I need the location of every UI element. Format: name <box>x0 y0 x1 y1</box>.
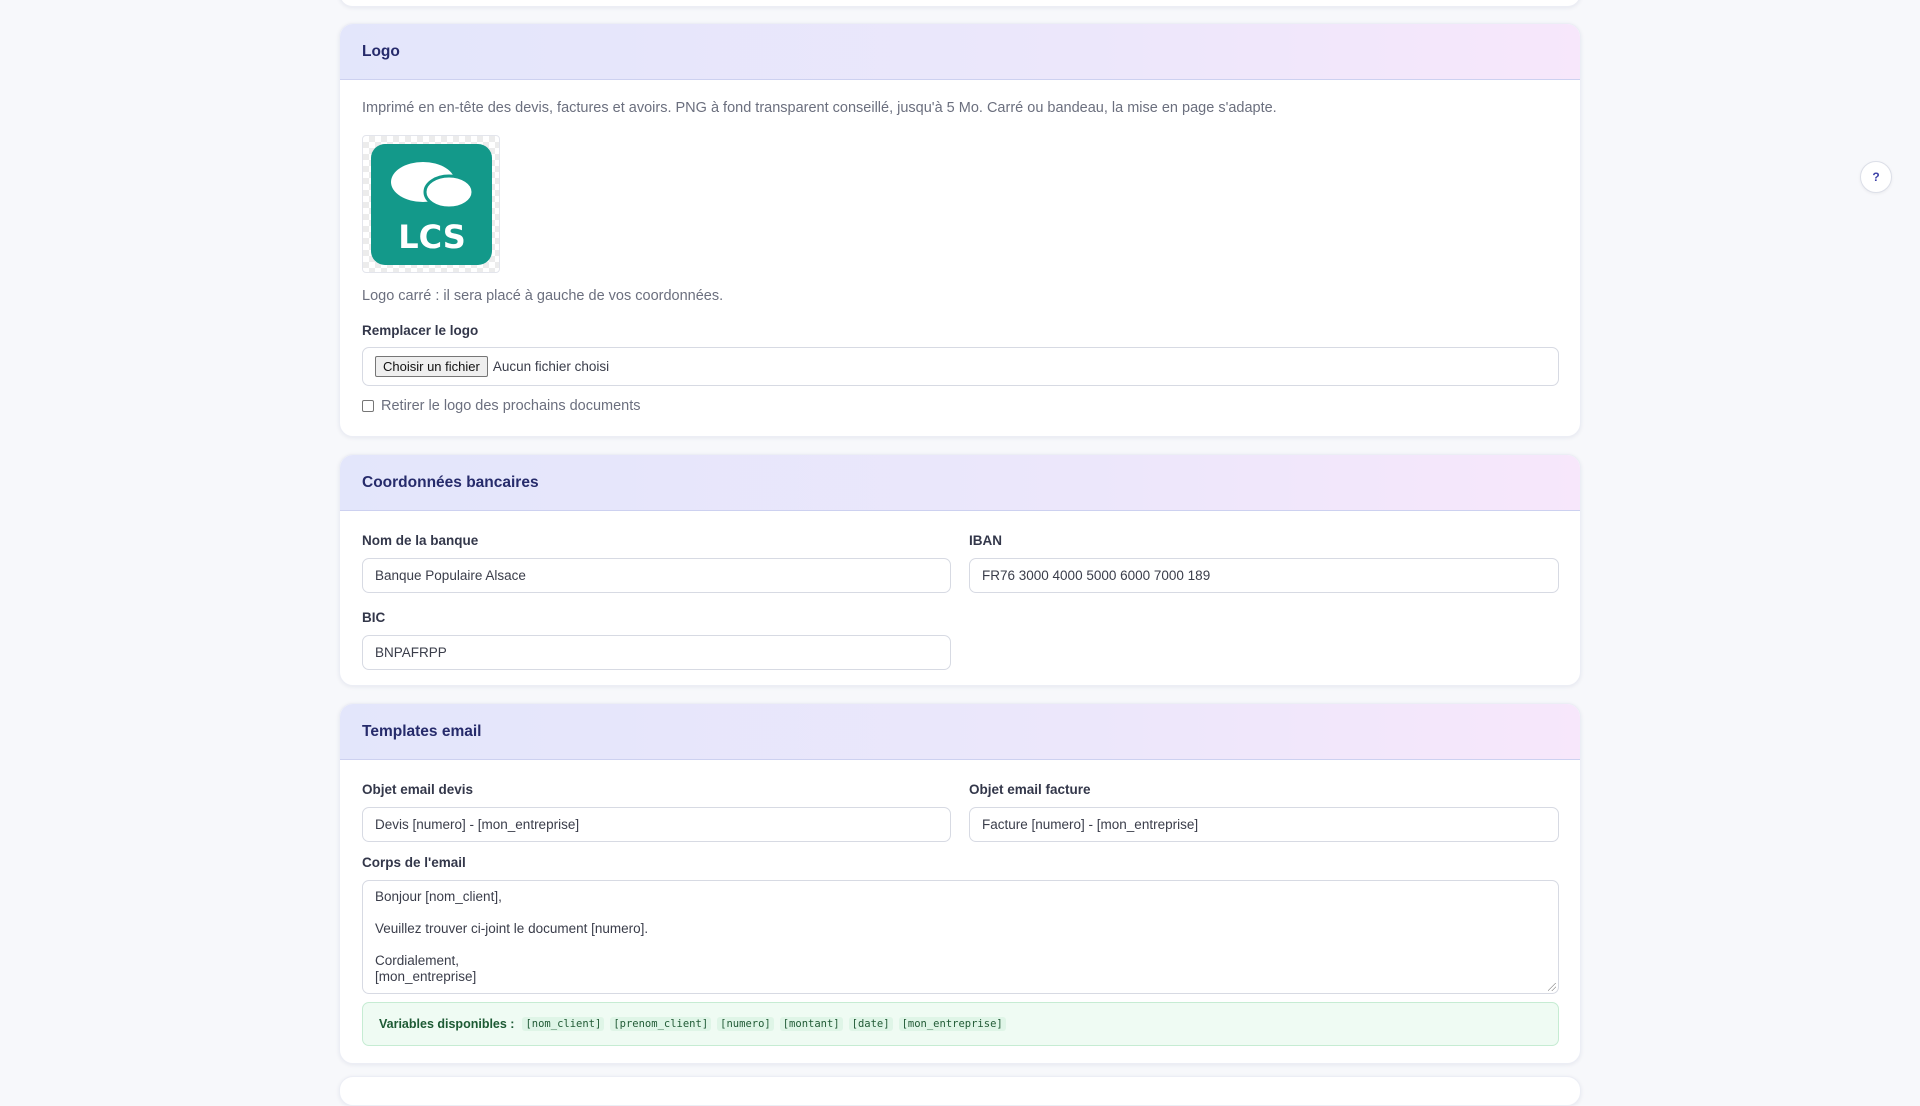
logo-file-input[interactable]: Choisir un fichier Aucun fichier choisi <box>362 347 1559 386</box>
previous-section-card <box>339 0 1581 7</box>
variable-chip: [montant] <box>779 1017 843 1031</box>
textarea-resize-handle[interactable] <box>1548 983 1556 991</box>
quote-subject-input[interactable]: Devis [numero] - [mon_entreprise] <box>362 807 951 842</box>
logo-text: LCS <box>398 218 466 256</box>
variable-chip: [date] <box>848 1017 893 1031</box>
email-body-label: Corps de l'email <box>362 855 466 870</box>
email-templates-card: Templates email Objet email devis Devis … <box>339 703 1581 1064</box>
replace-logo-label: Remplacer le logo <box>362 323 479 338</box>
variable-chip: [nom_client] <box>522 1017 605 1031</box>
email-body-textarea[interactable]: Bonjour [nom_client], Veuillez trouver c… <box>362 880 1559 994</box>
email-body-line: Cordialement, <box>375 953 460 968</box>
email-templates-header: Templates email <box>340 704 1580 760</box>
bank-name-label: Nom de la banque <box>362 533 479 548</box>
logo-placement-note: Logo carré : il sera placé à gauche de v… <box>362 288 724 304</box>
email-body-line: Bonjour [nom_client], <box>375 889 502 904</box>
bic-label: BIC <box>362 610 386 625</box>
iban-input[interactable]: FR76 3000 4000 5000 6000 7000 189 <box>969 558 1559 593</box>
available-variables-box: Variables disponibles : [nom_client] [pr… <box>362 1002 1559 1046</box>
remove-logo-option[interactable]: Retirer le logo des prochains documents <box>362 398 641 414</box>
choose-file-button[interactable]: Choisir un fichier <box>375 356 488 377</box>
variable-chip: [numero] <box>717 1017 774 1031</box>
bank-section-header: Coordonnées bancaires <box>340 455 1580 511</box>
variable-chip: [mon_entreprise] <box>898 1017 1006 1031</box>
logo-section-header: Logo <box>340 24 1580 80</box>
logo-description: Imprimé en en-tête des devis, factures e… <box>362 100 1277 116</box>
bic-input[interactable]: BNPAFRPP <box>362 635 951 670</box>
variable-chip: [prenom_client] <box>610 1017 712 1031</box>
logo-section-card: Logo Imprimé en en-tête des devis, factu… <box>339 23 1581 437</box>
logo-section-title: Logo <box>362 42 400 60</box>
quote-subject-label: Objet email devis <box>362 782 474 797</box>
remove-logo-checkbox[interactable] <box>362 400 374 412</box>
email-body-line <box>375 905 1546 921</box>
email-templates-title: Templates email <box>362 722 482 740</box>
next-section-card <box>339 1076 1581 1106</box>
email-body-line <box>375 937 1546 953</box>
help-button[interactable]: ? <box>1860 161 1892 193</box>
remove-logo-label: Retirer le logo des prochains documents <box>381 398 641 414</box>
bank-name-input[interactable]: Banque Populaire Alsace <box>362 558 951 593</box>
logo-preview: LCS <box>362 135 500 273</box>
variables-label: Variables disponibles : <box>379 1017 515 1031</box>
email-body-line: [mon_entreprise] <box>375 969 477 984</box>
invoice-subject-label: Objet email facture <box>969 782 1091 797</box>
bank-section-card: Coordonnées bancaires Nom de la banque B… <box>339 454 1581 686</box>
company-logo-image: LCS <box>371 144 492 265</box>
email-body-line: Veuillez trouver ci-joint le document [n… <box>375 921 649 936</box>
invoice-subject-input[interactable]: Facture [numero] - [mon_entreprise] <box>969 807 1559 842</box>
file-status-text: Aucun fichier choisi <box>492 359 610 374</box>
bank-section-title: Coordonnées bancaires <box>362 473 539 491</box>
iban-label: IBAN <box>969 533 1002 548</box>
